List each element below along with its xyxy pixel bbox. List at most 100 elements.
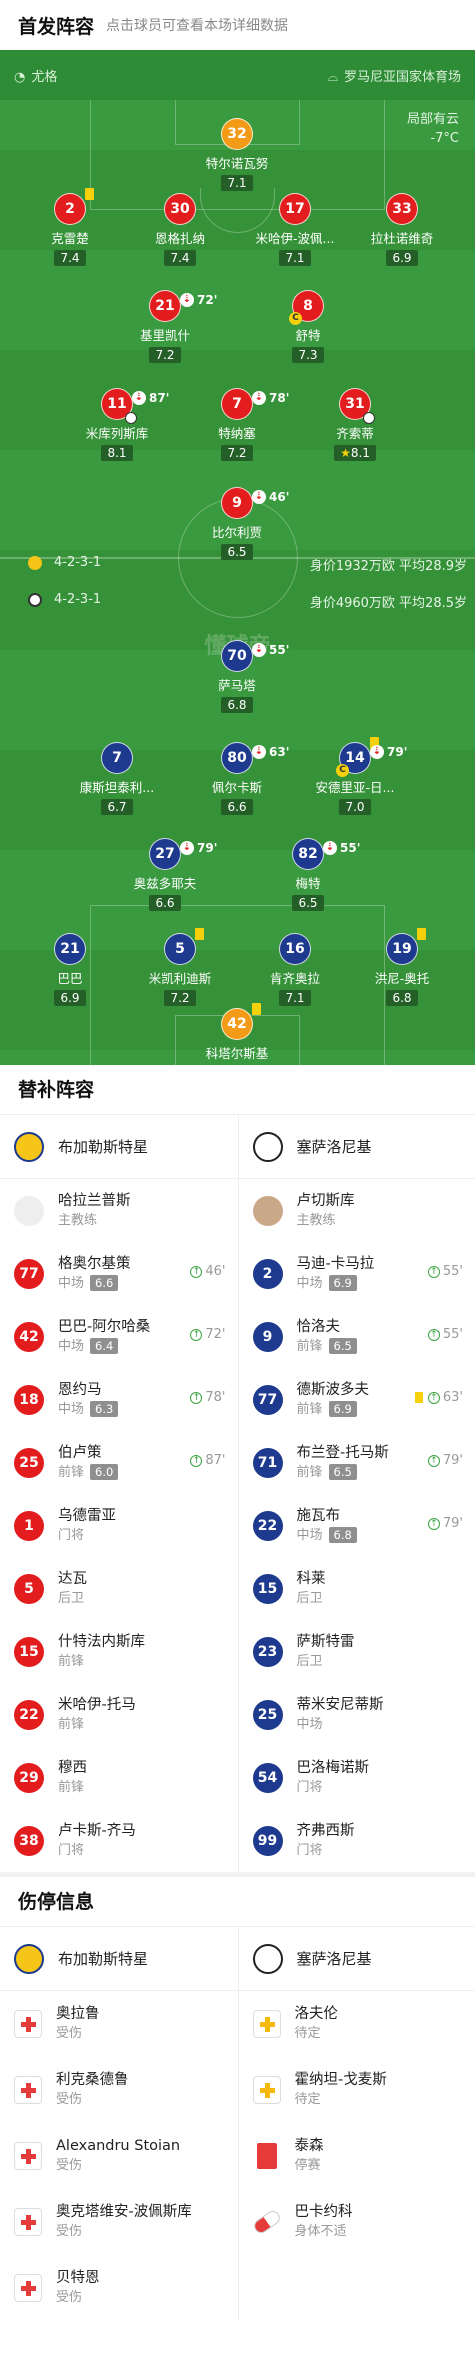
away-sub-player[interactable]: 99 齐弗西斯 门将 — [237, 1809, 475, 1872]
player-name: 马迪-卡马拉 — [296, 1255, 375, 1272]
home-player[interactable]: 7 ⇣ 78' 特纳塞 7.2 — [182, 388, 292, 461]
player-rating: 6.9 — [54, 990, 86, 1006]
jersey-number: 29 — [14, 1762, 44, 1793]
player-name: 米哈伊-波佩... — [255, 231, 335, 246]
home-sub-player[interactable]: 38 卢卡斯-齐马 门将 — [0, 1809, 238, 1872]
home-sub-player[interactable]: 42 巴巴-阿尔哈桑 中场 6.4 ↑ 72' — [0, 1305, 238, 1368]
player-rating: 6.9 — [386, 250, 418, 266]
away-player[interactable]: 7 康斯坦泰利... 6.7 — [62, 742, 172, 815]
away-sub-player[interactable]: 71 布兰登-托马斯 前锋 6.5 ↑ 79' — [237, 1431, 475, 1494]
home-sub-player[interactable]: 1 乌德雷亚 门将 — [0, 1494, 238, 1557]
home-injured-player[interactable]: 贝特恩 受伤 — [0, 2255, 238, 2321]
home-sub-player[interactable]: 29 穆西 前锋 — [0, 1746, 238, 1809]
captain-icon: C — [289, 312, 302, 325]
away-player[interactable]: 21 巴巴 6.9 — [15, 933, 125, 1006]
away-player[interactable]: 42科塔尔斯基6.9 — [182, 1003, 292, 1065]
away-player[interactable]: 70 ⇣ 55' 萨马塔 6.8 — [182, 640, 292, 713]
steaua-badge-icon — [14, 1943, 44, 1974]
home-player[interactable]: 8 C 舒特 7.3 — [253, 290, 363, 363]
home-player[interactable]: 17 米哈伊-波佩... 7.1 — [240, 193, 350, 266]
home-sub-player[interactable]: 77 格奥尔基策 中场 6.6 ↑ 46' — [0, 1242, 238, 1305]
injuries-home-team[interactable]: 布加勒斯特星 — [0, 1927, 238, 1990]
home-coach[interactable]: 哈拉兰普斯 主教练 — [0, 1179, 238, 1242]
away-sub-player[interactable]: 54 巴洛梅诺斯 门将 — [237, 1746, 475, 1809]
jersey-number: 42 — [221, 1003, 261, 1040]
player-name: 肯齐奥拉 — [269, 971, 320, 986]
away-sub-player[interactable]: 23 萨斯特雷 后卫 — [237, 1620, 475, 1683]
away-player[interactable]: 14 C ⇣ 79' 安德里亚-日... 7.0 — [300, 737, 410, 815]
player-name: 恰洛夫 — [296, 1318, 341, 1335]
injury-status: 受伤 — [56, 2092, 83, 2107]
sub-on-time: ↑ 63' — [414, 1390, 463, 1405]
lineup-header: 首发阵容 点击球员可查看本场详细数据 — [0, 0, 475, 50]
away-team-icon — [28, 592, 42, 607]
player-position: 前锋 6.5 — [297, 1337, 357, 1357]
lineup-title: 首发阵容 — [18, 15, 95, 38]
home-player[interactable]: 9 ⇣ 46' 比尔利贾 6.5 — [182, 487, 292, 560]
subs-away-team[interactable]: 塞萨洛尼基 — [237, 1115, 475, 1178]
sub-on-time: ↑ 79' — [427, 1516, 463, 1531]
away-injured-player[interactable]: 巴卡约科 身体不适 — [237, 2189, 475, 2255]
home-injured-player[interactable]: 利克桑德鲁 受伤 — [0, 2057, 238, 2123]
home-sub-player[interactable]: 18 恩约马 中场 6.3 ↑ 78' — [0, 1368, 238, 1431]
home-formation: 4-2-3-1 — [28, 555, 101, 570]
player-name: 恩格扎纳 — [154, 231, 205, 246]
home-player[interactable]: 30 恩格扎纳 7.4 — [125, 193, 235, 266]
home-player[interactable]: 32 特尔诺瓦努 7.1 — [182, 118, 292, 191]
player-rating: 6.8 — [386, 990, 418, 1006]
away-injured-player[interactable]: 霍纳坦-戈麦斯 待定 — [237, 2057, 475, 2123]
player-position: 前锋 — [58, 1716, 85, 1732]
home-injured-player[interactable]: Alexandru Stoian 受伤 — [0, 2123, 238, 2189]
jersey-number: 25 — [14, 1447, 44, 1478]
away-coach[interactable]: 卢切斯库 主教练 — [237, 1179, 475, 1242]
jersey-number: 9 — [252, 1321, 283, 1352]
away-injured-player[interactable]: 洛夫伦 待定 — [237, 1991, 475, 2057]
home-injured-player[interactable]: 奥拉鲁 受伤 — [0, 1991, 238, 2057]
injuries-away-team[interactable]: 塞萨洛尼基 — [237, 1927, 475, 1990]
home-sub-player[interactable]: 15 什特法内斯库 前锋 — [0, 1620, 238, 1683]
player-rating: ★8.1 — [334, 445, 376, 461]
subs-title: 替补阵容 — [0, 1065, 475, 1115]
home-player[interactable]: 33 拉杜诺维奇 6.9 — [347, 193, 457, 266]
player-rating: 6.5 — [221, 544, 253, 560]
sub-in-icon: ↑ — [427, 1391, 440, 1404]
away-sub-player[interactable]: 77 德斯波多夫 前锋 6.9 ↑ 63' — [237, 1368, 475, 1431]
sub-out-icon: ⇣ — [323, 841, 337, 855]
away-sub-player[interactable]: 2 马迪-卡马拉 中场 6.9 ↑ 55' — [237, 1242, 475, 1305]
injury-status: 受伤 — [56, 2158, 83, 2173]
home-sub-player[interactable]: 22 米哈伊-托马 前锋 — [0, 1683, 238, 1746]
away-player[interactable]: 82 ⇣ 55' 梅特 6.5 — [253, 838, 363, 911]
home-player[interactable]: 31 齐索蒂 ★8.1 — [300, 388, 410, 461]
home-sub-player[interactable]: 25 伯卢策 前锋 6.0 ↑ 87' — [0, 1431, 238, 1494]
away-player[interactable]: 16 肯齐奥拉 7.1 — [240, 933, 350, 1006]
away-injured-player[interactable]: 泰森 停赛 — [237, 2123, 475, 2189]
player-rating: 7.1 — [279, 990, 311, 1006]
player-position: 前锋 6.9 — [297, 1400, 370, 1420]
home-player[interactable]: 2 克雷楚 7.4 — [15, 188, 125, 266]
jersey-number: 15 — [252, 1573, 283, 1604]
home-player[interactable]: 21 ⇣ 72' 基里凯什 7.2 — [110, 290, 220, 363]
player-name: 巴卡约科 — [294, 2204, 353, 2220]
paok-badge-icon — [252, 1943, 283, 1974]
home-injured-player[interactable]: 奥克塔维安-波佩斯库 受伤 — [0, 2189, 238, 2255]
venue-name: 罗马尼亚国家体育场 — [343, 69, 461, 85]
away-player[interactable]: 19 洪尼-奥托 6.8 — [347, 928, 457, 1006]
yellow-card-icon — [85, 188, 94, 200]
away-player[interactable]: 5 米凯利迪斯 7.2 — [125, 928, 235, 1006]
away-sub-player[interactable]: 25 蒂米安尼蒂斯 中场 — [237, 1683, 475, 1746]
away-sub-player[interactable]: 9 恰洛夫 前锋 6.5 ↑ 55' — [237, 1305, 475, 1368]
player-name: 克雷楚 — [51, 231, 89, 246]
jersey-number: 14 C ⇣ 79' — [336, 737, 407, 777]
subs-home-team[interactable]: 布加勒斯特星 — [0, 1115, 238, 1178]
player-position: 中场 6.6 — [58, 1274, 131, 1294]
player-name: 米库列斯库 — [85, 426, 149, 441]
away-formation: 4-2-3-1 — [28, 592, 101, 607]
player-name: 泰森 — [294, 2138, 324, 2154]
away-player[interactable]: 80 ⇣ 63' 佩尔卡斯 6.6 — [182, 742, 292, 815]
away-player[interactable]: 27 ⇣ 79' 奥兹多耶夫 6.6 — [110, 838, 220, 911]
away-sub-player[interactable]: 15 科莱 后卫 — [237, 1557, 475, 1620]
away-sub-player[interactable]: 22 施瓦布 中场 6.8 ↑ 79' — [237, 1494, 475, 1557]
player-position: 前锋 — [58, 1653, 85, 1669]
home-sub-player[interactable]: 5 达瓦 后卫 — [0, 1557, 238, 1620]
home-player[interactable]: 11 ⇣ 87' 米库列斯库 8.1 — [62, 388, 172, 461]
